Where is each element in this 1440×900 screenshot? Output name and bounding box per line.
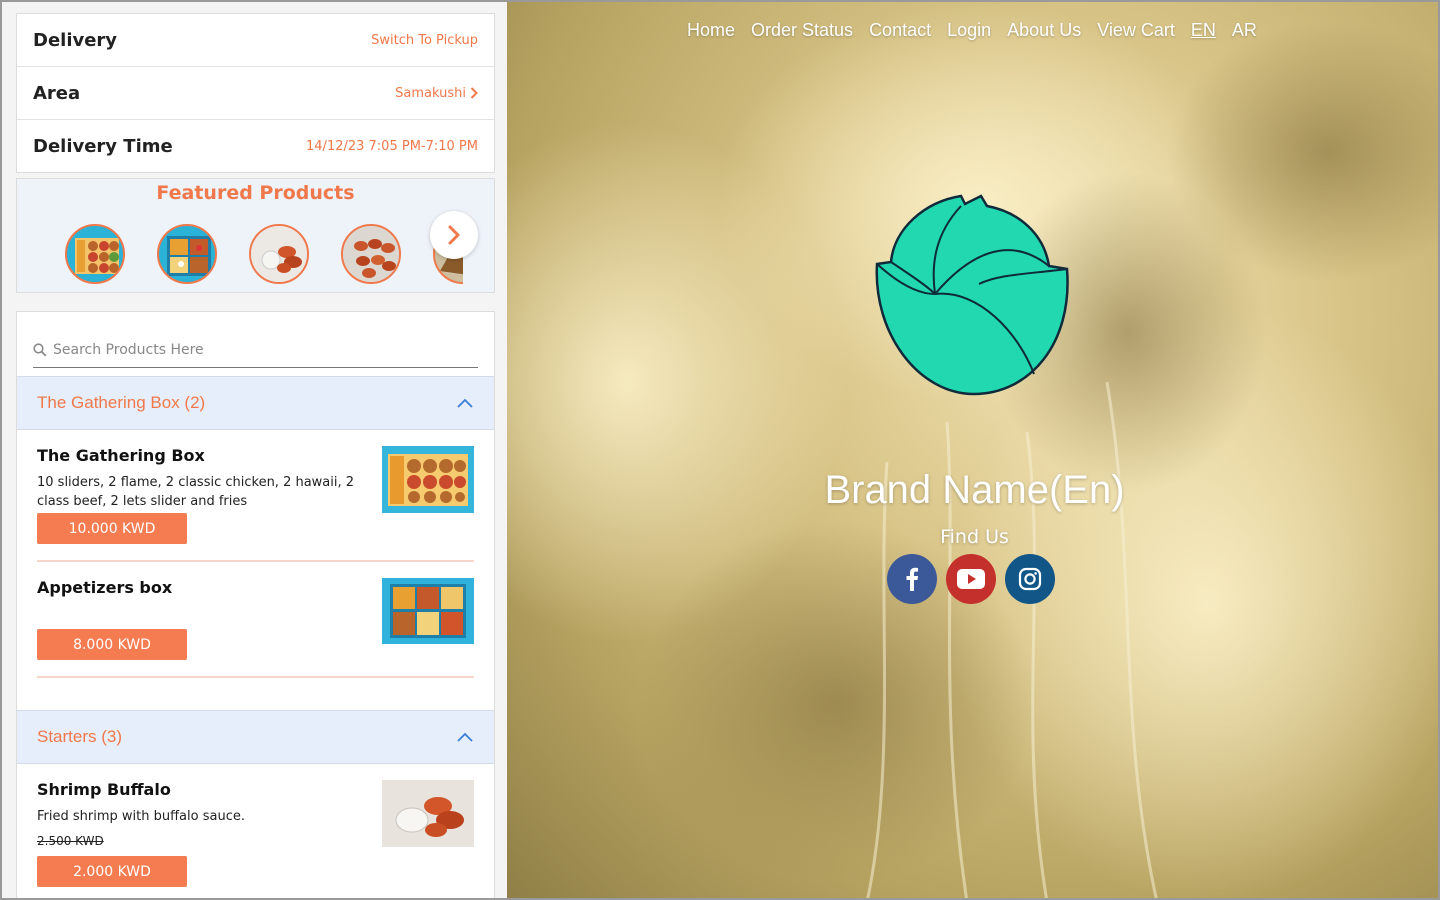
product-menu: Search Products Here The Gathering Box (… — [16, 311, 495, 898]
nav-about-us[interactable]: About Us — [1007, 20, 1081, 41]
search-input[interactable]: Search Products Here — [53, 342, 204, 358]
featured-item[interactable] — [65, 224, 125, 284]
delivery-mode-row: Delivery Switch To Pickup — [17, 14, 494, 67]
food-image — [167, 236, 211, 276]
facebook-link[interactable] — [887, 554, 937, 604]
delivery-time-row[interactable]: Delivery Time 14/12/23 7:05 PM-7:10 PM — [17, 120, 494, 173]
add-to-cart-button[interactable]: 2.000 KWD — [37, 856, 187, 887]
category-title: The Gathering Box (2) — [37, 393, 206, 412]
delivery-time-label: Delivery Time — [33, 136, 173, 157]
lang-ar[interactable]: AR — [1232, 20, 1257, 41]
chevron-up-icon — [457, 398, 473, 408]
search-field[interactable]: Search Products Here — [33, 332, 478, 368]
food-image — [343, 226, 399, 282]
featured-item[interactable] — [341, 224, 401, 284]
app-frame: Delivery Switch To Pickup Area Samakushi… — [0, 0, 1440, 900]
youtube-link[interactable] — [946, 554, 996, 604]
divider — [37, 560, 474, 562]
chevron-right-icon — [448, 225, 460, 245]
top-nav: Home Order Status Contact Login About Us… — [687, 20, 1257, 41]
product-item[interactable]: The Gathering Box 10 sliders, 2 flame, 2… — [37, 446, 474, 566]
lang-en[interactable]: EN — [1191, 20, 1216, 41]
area-value: Samakushi — [395, 85, 466, 101]
delivery-mode-label: Delivery — [33, 29, 118, 51]
order-panel: Delivery Switch To Pickup Area Samakushi… — [2, 2, 507, 898]
brand-logo — [875, 194, 1069, 396]
instagram-icon — [1018, 567, 1042, 591]
featured-item[interactable] — [249, 224, 309, 284]
food-image — [251, 226, 307, 282]
add-to-cart-button[interactable]: 10.000 KWD — [37, 513, 187, 544]
hero-background-image — [507, 2, 1438, 898]
category-title: Starters (3) — [37, 727, 123, 746]
hero-section: Home Order Status Contact Login About Us… — [507, 2, 1438, 898]
featured-item[interactable] — [157, 224, 217, 284]
nav-contact[interactable]: Contact — [869, 20, 931, 41]
food-image — [75, 238, 119, 274]
find-us-label: Find Us — [940, 526, 1009, 548]
divider — [37, 676, 474, 678]
product-item[interactable]: Appetizers box 8.000 KWD — [37, 578, 474, 678]
nav-home[interactable]: Home — [687, 20, 735, 41]
product-image — [382, 446, 474, 513]
chevron-up-icon — [457, 732, 473, 742]
carousel-next-button[interactable] — [430, 211, 478, 259]
featured-title: Featured Products — [156, 182, 355, 204]
area-selector[interactable]: Samakushi — [395, 86, 478, 101]
delivery-time-value[interactable]: 14/12/23 7:05 PM-7:10 PM — [306, 139, 478, 154]
nav-login[interactable]: Login — [947, 20, 991, 41]
area-label: Area — [33, 82, 81, 104]
product-item[interactable]: Shrimp Buffalo Fried shrimp with buffalo… — [37, 780, 474, 890]
category-header-starters[interactable]: Starters (3) — [17, 710, 494, 764]
product-description: Fried shrimp with buffalo sauce. — [37, 809, 245, 824]
delivery-info-card: Delivery Switch To Pickup Area Samakushi… — [16, 13, 495, 173]
product-image — [382, 578, 474, 644]
facebook-icon — [906, 567, 918, 591]
area-row[interactable]: Area Samakushi — [17, 67, 494, 120]
featured-carousel — [65, 224, 463, 284]
instagram-link[interactable] — [1005, 554, 1055, 604]
product-description: 10 sliders, 2 flame, 2 classic chicken, … — [37, 475, 355, 509]
brand-name: Brand Name(En) — [824, 468, 1125, 512]
switch-to-pickup-link[interactable]: Switch To Pickup — [371, 33, 478, 48]
nav-view-cart[interactable]: View Cart — [1097, 20, 1175, 41]
featured-products: Featured Products — [16, 178, 495, 293]
search-icon — [33, 342, 47, 356]
product-image — [382, 780, 474, 847]
nav-order-status[interactable]: Order Status — [751, 20, 853, 41]
category-header-gathering-box[interactable]: The Gathering Box (2) — [17, 376, 494, 430]
add-to-cart-button[interactable]: 8.000 KWD — [37, 629, 187, 660]
chevron-right-icon — [470, 87, 478, 99]
youtube-icon — [957, 569, 985, 589]
